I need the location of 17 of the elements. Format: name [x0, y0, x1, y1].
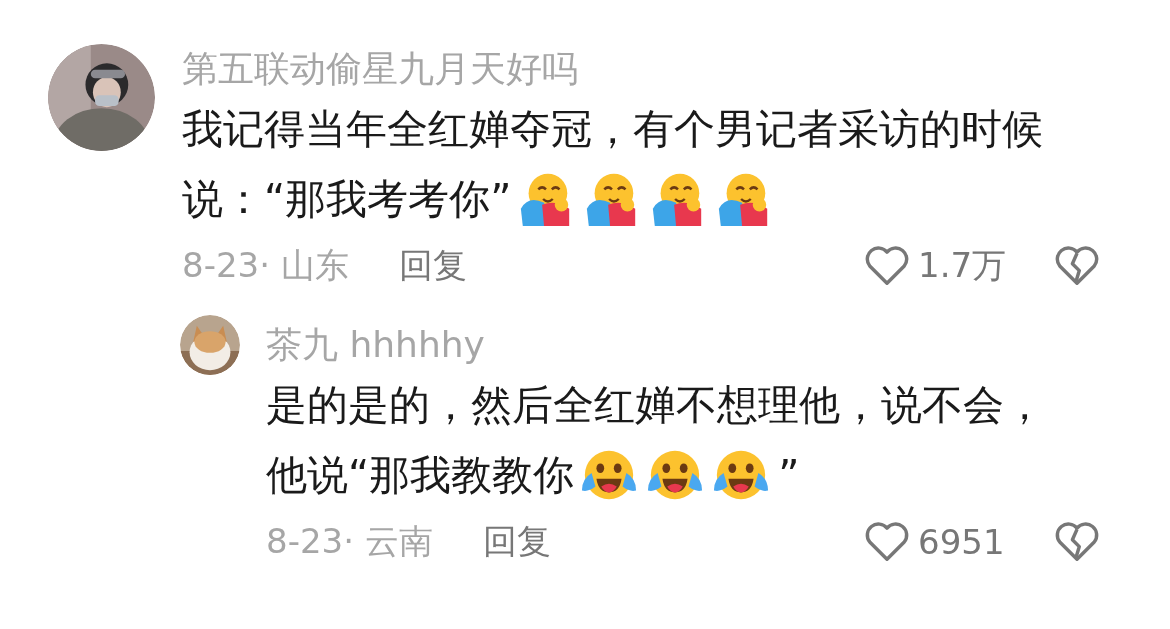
- comment-text: ”: [778, 450, 800, 501]
- date-location: 8-23· 山东: [182, 244, 349, 287]
- comment-text: 我记得当年全红婵夺冠，有个男记者采访的时候: [182, 104, 1043, 155]
- date-location: 8-23· 云南: [266, 520, 433, 563]
- heart-icon: [864, 521, 910, 563]
- heart-icon: [864, 245, 910, 287]
- like-button[interactable]: 1.7万: [864, 243, 1054, 289]
- user-name[interactable]: 第五联动偷星九月天好吗: [182, 44, 1130, 94]
- user-name[interactable]: 茶九 hhhhhy: [266, 320, 1130, 370]
- broken-heart-icon[interactable]: [1054, 521, 1100, 563]
- comment-text: 是的是的，然后全红婵不想理他，说不会，: [266, 380, 1045, 431]
- comment-text: 他说“那我教教你: [266, 450, 575, 501]
- like-button[interactable]: 6951: [864, 521, 1054, 563]
- reply-button[interactable]: 回复: [482, 519, 551, 565]
- broken-heart-icon[interactable]: [1054, 245, 1100, 287]
- comment-text: 说：“那我考考你”: [182, 174, 512, 225]
- reply-button[interactable]: 回复: [398, 243, 467, 289]
